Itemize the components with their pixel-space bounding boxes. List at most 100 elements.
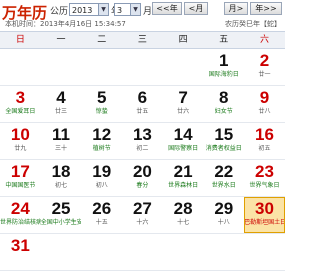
day-cell[interactable]: 21 世界森林日 [163, 160, 204, 196]
lunar-or-festival-label: 世界防治结核病日 [0, 219, 41, 226]
day-cell[interactable]: 3 全国爱耳日 [0, 86, 41, 122]
day-cell[interactable]: 30 巴勒斯坦国土日 [244, 197, 285, 233]
empty-day-cell [122, 49, 163, 85]
day-cell[interactable]: 16 初五 [244, 123, 285, 159]
day-number: 31 [10, 236, 30, 255]
lunar-or-festival-label: 世界气象日 [249, 182, 280, 189]
day-number: 6 [137, 88, 148, 107]
day-cell[interactable]: 7 廿六 [163, 86, 204, 122]
day-cell[interactable]: 27 十六 [122, 197, 163, 233]
day-cell[interactable]: 31 [0, 234, 41, 270]
lunar-or-festival-label: 国际海豹日 [208, 71, 239, 78]
lunar-or-festival-label: 廿八 [258, 108, 271, 115]
lunar-or-festival-label: 廿五 [136, 108, 149, 115]
day-number: 16 [255, 125, 274, 144]
day-cell[interactable]: 5 惊蛰 [81, 86, 122, 122]
lunar-or-festival-label: 惊蛰 [95, 108, 108, 115]
day-number: 11 [52, 125, 71, 144]
day-cell[interactable]: 18 初七 [41, 160, 82, 196]
next-year-button[interactable]: 年>> [250, 2, 282, 15]
lunar-or-festival-label: 十六 [136, 219, 149, 226]
lunar-or-festival-label: 巴勒斯坦国土日 [244, 219, 285, 226]
empty-day-cell [122, 234, 163, 270]
lunar-or-festival-label: 廿三 [55, 108, 68, 115]
lunar-or-festival-label: 中国国医节 [5, 182, 36, 189]
lunar-or-festival-label: 三十 [55, 145, 68, 152]
day-number: 26 [92, 199, 112, 218]
day-cell[interactable]: 12 植树节 [81, 123, 122, 159]
day-number: 19 [92, 162, 112, 181]
month-select[interactable]: 3 ▼ [114, 3, 141, 16]
day-number: 2 [259, 51, 270, 70]
calendar-weeks: 1 国际海豹日 2 廿一 3 全国爱耳日 4 廿三 5 惊蛰 6 廿五 7 廿六 8 妇女节 9 廿八 10 廿九 11… [0, 49, 285, 271]
weekday-sun: 日 [15, 35, 25, 45]
day-number: 9 [259, 88, 270, 107]
day-number: 8 [219, 88, 229, 107]
day-number: 30 [255, 199, 274, 218]
empty-day-cell [244, 234, 285, 270]
weekday-sat: 六 [259, 35, 269, 45]
day-cell[interactable]: 14 国际警察日 [163, 123, 204, 159]
year-select-value: 2013 [72, 6, 93, 15]
day-number: 21 [173, 162, 193, 181]
day-cell[interactable]: 29 十八 [203, 197, 244, 233]
calendar-week-row: 17 中国国医节 18 初七 19 初八 20 春分 21 世界森林日 22 世界水日 23 世界气象日 [0, 160, 285, 197]
day-cell[interactable]: 25全国中小学生安全教育日 [41, 197, 82, 233]
day-cell[interactable]: 17 中国国医节 [0, 160, 41, 196]
day-cell[interactable]: 26 十五 [81, 197, 122, 233]
day-number: 12 [92, 125, 112, 144]
day-cell[interactable]: 8 妇女节 [203, 86, 244, 122]
day-number: 29 [214, 199, 234, 218]
day-cell[interactable]: 9 廿八 [244, 86, 285, 122]
day-number: 13 [132, 125, 152, 144]
local-time: 本机时间：2013年4月16日 15:34:57 [5, 20, 126, 28]
day-number: 24 [10, 199, 30, 218]
day-number: 17 [10, 162, 30, 181]
lunar-or-festival-label: 植树节 [92, 145, 111, 152]
empty-day-cell [163, 234, 204, 270]
prev-year-button[interactable]: <<年 [152, 2, 182, 15]
day-number: 28 [173, 199, 193, 218]
day-number: 7 [178, 88, 188, 107]
day-cell[interactable]: 15 消费者权益日 [203, 123, 244, 159]
day-cell[interactable]: 19 初八 [81, 160, 122, 196]
day-cell[interactable]: 13 初二 [122, 123, 163, 159]
day-cell[interactable]: 1 国际海豹日 [203, 49, 244, 85]
next-month-button[interactable]: 月> [224, 2, 248, 15]
day-cell[interactable]: 11 三十 [41, 123, 82, 159]
calendar-type-label: 公历 [50, 7, 69, 17]
day-number: 20 [132, 162, 152, 181]
day-cell[interactable]: 2 廿一 [244, 49, 285, 85]
day-number: 4 [56, 88, 66, 107]
day-cell[interactable]: 6 廿五 [122, 86, 163, 122]
day-cell[interactable]: 24世界防治结核病日 [0, 197, 41, 233]
year-select[interactable]: 2013 ▼ [69, 3, 109, 16]
day-number: 10 [10, 125, 30, 144]
empty-day-cell [163, 49, 204, 85]
calendar-week-row: 1 国际海豹日 2 廿一 [0, 49, 285, 86]
month-select-value: 3 [117, 6, 123, 15]
day-cell[interactable]: 22 世界水日 [203, 160, 244, 196]
day-number: 1 [219, 51, 229, 70]
lunar-or-festival-label: 廿一 [258, 71, 271, 78]
empty-day-cell [81, 49, 122, 85]
weekday-tue: 二 [97, 35, 107, 45]
day-number: 14 [173, 125, 193, 144]
day-cell[interactable]: 20 春分 [122, 160, 163, 196]
lunar-or-festival-label: 初五 [258, 145, 271, 152]
prev-month-button[interactable]: <月 [184, 2, 208, 15]
lunar-or-festival-label: 十七 [177, 219, 190, 226]
lunar-or-festival-label: 十五 [95, 219, 108, 226]
day-cell[interactable]: 23 世界气象日 [244, 160, 285, 196]
weekday-fri: 五 [219, 35, 229, 45]
day-cell[interactable]: 28 十七 [163, 197, 204, 233]
lunar-or-festival-label: 初二 [136, 145, 149, 152]
day-number: 5 [96, 88, 107, 107]
calendar-week-row: 24世界防治结核病日25全国中小学生安全教育日26十五27十六28十七29十八3… [0, 197, 285, 234]
lunar-or-festival-label: 初七 [55, 182, 68, 189]
day-number: 18 [51, 162, 71, 181]
day-cell[interactable]: 4 廿三 [41, 86, 82, 122]
weekday-thu: 四 [178, 35, 188, 45]
lunar-or-festival-label: 国际警察日 [168, 145, 199, 152]
day-cell[interactable]: 10 廿九 [0, 123, 41, 159]
